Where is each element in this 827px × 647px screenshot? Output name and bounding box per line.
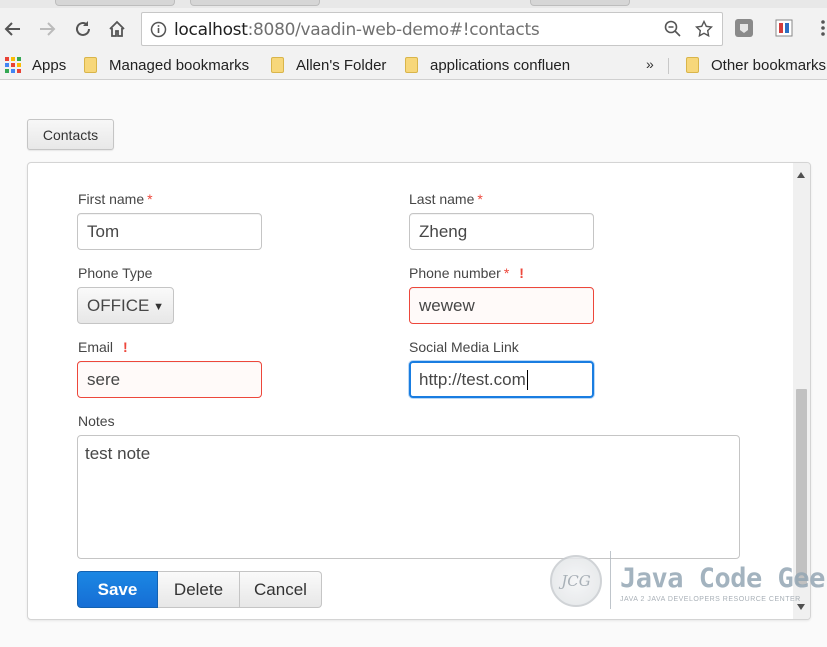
extension-shield-icon[interactable] xyxy=(733,17,755,39)
menu-icon[interactable] xyxy=(812,17,827,39)
bookmark-other[interactable]: Other bookmarks xyxy=(686,54,826,76)
bookmark-allens-folder[interactable]: Allen's Folder xyxy=(271,54,386,76)
browser-tab[interactable] xyxy=(190,0,320,6)
delete-button[interactable]: Delete xyxy=(158,571,240,608)
back-arrow-icon xyxy=(4,22,20,36)
folder-icon xyxy=(271,57,284,73)
bookmarks-bar: Apps Managed bookmarks Allen's Folder ap… xyxy=(0,50,827,80)
java-code-geeks-watermark: JCG Java Code Geeks JAVA 2 JAVA DEVELOPE… xyxy=(548,547,827,611)
watermark-title: Java Code Geeks xyxy=(620,563,827,594)
url-text: localhost:8080/vaadin-web-demo#!contacts xyxy=(174,20,540,40)
contacts-button[interactable]: Contacts xyxy=(27,119,114,150)
scroll-down-icon[interactable] xyxy=(797,604,805,610)
scroll-up-icon[interactable] xyxy=(797,172,805,178)
bookmark-label: Allen's Folder xyxy=(296,56,387,74)
address-bar[interactable]: localhost:8080/vaadin-web-demo#!contacts xyxy=(141,12,723,46)
bookmark-label: Managed bookmarks xyxy=(109,56,250,74)
first-name-field[interactable]: Tom xyxy=(77,213,262,250)
first-name-label: First name * xyxy=(78,191,153,207)
notes-textarea[interactable]: test note xyxy=(77,435,740,559)
folder-icon xyxy=(84,57,97,73)
jcg-logo-icon: JCG xyxy=(550,555,602,607)
home-button[interactable] xyxy=(106,18,128,40)
watermark-tagline: JAVA 2 JAVA DEVELOPERS RESOURCE CENTER xyxy=(620,596,801,603)
cancel-button[interactable]: Cancel xyxy=(240,571,322,608)
phone-type-select[interactable]: OFFICE ▼ xyxy=(77,287,174,324)
forward-arrow-icon xyxy=(40,22,56,36)
phone-number-field[interactable]: wewew xyxy=(409,287,594,324)
forward-button[interactable] xyxy=(36,18,58,40)
folder-icon xyxy=(686,57,699,73)
save-button[interactable]: Save xyxy=(77,571,158,608)
bookmark-label: Apps xyxy=(32,56,67,74)
tab-strip xyxy=(0,0,827,8)
bookmark-separator xyxy=(668,58,669,74)
browser-tab[interactable] xyxy=(55,0,175,6)
text-caret xyxy=(526,369,528,390)
chevron-down-icon: ▼ xyxy=(153,301,164,313)
phone-type-value: OFFICE xyxy=(87,295,150,315)
social-media-value: http://test.com xyxy=(419,369,526,389)
extension-pdf-icon[interactable] xyxy=(773,17,795,39)
email-field[interactable]: sere xyxy=(77,361,262,398)
social-media-label: Social Media Link xyxy=(409,339,519,355)
error-indicator-icon: ! xyxy=(519,265,524,281)
more-bookmarks-chevron-icon[interactable]: » xyxy=(646,56,654,72)
phone-type-label: Phone Type xyxy=(78,265,153,281)
bookmark-applications-confluence[interactable]: applications confluen xyxy=(405,54,577,76)
email-label: Email! xyxy=(78,339,128,355)
reload-icon xyxy=(76,21,90,36)
home-icon xyxy=(109,20,125,37)
social-media-field[interactable]: http://test.com xyxy=(409,361,594,398)
star-icon[interactable] xyxy=(695,20,713,38)
folder-icon xyxy=(405,57,418,73)
bookmark-label: Other bookmarks xyxy=(711,56,827,74)
notes-label: Notes xyxy=(78,413,115,429)
bookmark-label: applications confluen xyxy=(430,56,571,74)
bookmark-apps[interactable]: Apps xyxy=(5,54,66,76)
panel-scrollbar[interactable] xyxy=(793,163,810,619)
last-name-field[interactable]: Zheng xyxy=(409,213,594,250)
browser-tab[interactable] xyxy=(530,0,630,6)
back-button[interactable] xyxy=(2,18,24,40)
last-name-label: Last name * xyxy=(409,191,483,207)
reload-button[interactable] xyxy=(72,18,94,40)
bookmark-managed[interactable]: Managed bookmarks xyxy=(84,54,249,76)
watermark-divider xyxy=(610,551,611,609)
apps-grid-icon xyxy=(5,57,21,73)
info-icon xyxy=(150,21,167,38)
error-indicator-icon: ! xyxy=(123,339,128,355)
phone-number-label: Phone number *! xyxy=(409,265,524,281)
browser-toolbar: localhost:8080/vaadin-web-demo#!contacts xyxy=(0,8,827,50)
zoom-icon[interactable] xyxy=(664,20,682,38)
scrollbar-thumb[interactable] xyxy=(796,389,807,585)
